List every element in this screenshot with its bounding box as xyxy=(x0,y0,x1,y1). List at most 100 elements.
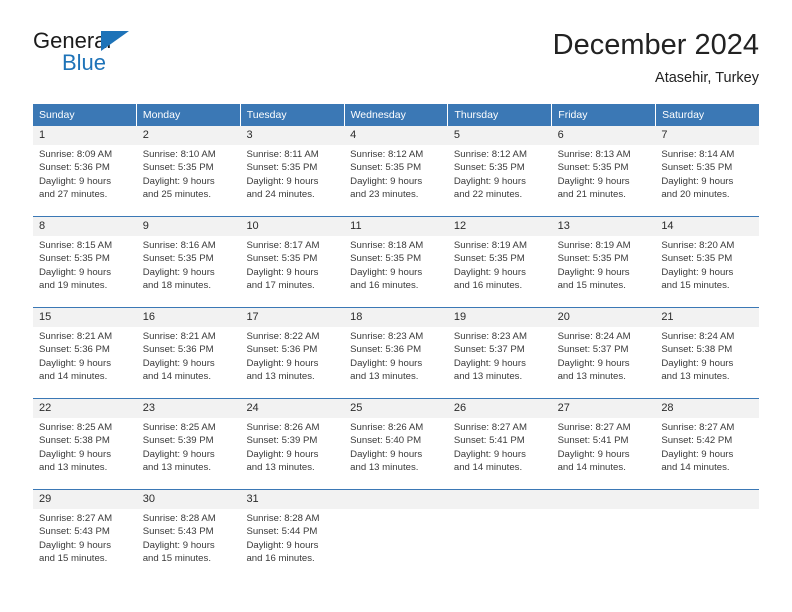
day-number[interactable]: 17 xyxy=(240,308,344,327)
daylight-line1-text: Daylight: 9 hours xyxy=(661,175,734,187)
day-number[interactable]: 24 xyxy=(240,399,344,418)
daylight-line1-text: Daylight: 9 hours xyxy=(142,266,215,278)
day-detail-band: Sunrise: 8:09 AM Sunset: 5:36 PM Daylight:… xyxy=(33,145,759,207)
day-number[interactable]: 23 xyxy=(137,399,241,418)
day-cell[interactable]: Sunrise: 8:09 AM Sunset: 5:36 PM Daylight:… xyxy=(33,145,137,207)
day-number[interactable]: 1 xyxy=(33,126,137,145)
sunset-text: Sunset: 5:37 PM xyxy=(557,344,629,356)
sunset-text: Sunset: 5:39 PM xyxy=(142,435,214,447)
day-number[interactable]: 5 xyxy=(448,126,552,145)
weekday-header-thursday: Thursday xyxy=(448,104,553,126)
daylight-line2-text: and 18 minutes. xyxy=(142,280,211,292)
sunrise-text: Sunrise: 8:17 AM xyxy=(246,240,320,251)
sunrise-text: Sunrise: 8:23 AM xyxy=(350,331,424,342)
day-number[interactable]: 22 xyxy=(33,399,137,418)
sunrise-text: Sunrise: 8:23 AM xyxy=(453,331,527,342)
week-row: 22 23 24 25 26 27 28 Sunrise: 8:25 AM Sunset: 5:… xyxy=(33,398,759,480)
day-cell[interactable]: Sunrise: 8:27 AM Sunset: 5:41 PM Daylight:… xyxy=(448,418,552,480)
day-number[interactable]: 4 xyxy=(344,126,448,145)
daylight-line1-text: Daylight: 9 hours xyxy=(246,266,319,278)
daylight-line1-text: Daylight: 9 hours xyxy=(246,175,319,187)
day-number[interactable]: 20 xyxy=(552,308,656,327)
day-cell[interactable]: Sunrise: 8:19 AM Sunset: 5:35 PM Daylight:… xyxy=(448,236,552,298)
day-cell[interactable]: Sunrise: 8:17 AM Sunset: 5:35 PM Daylight:… xyxy=(240,236,344,298)
logo-secondary-text: Blue xyxy=(62,50,107,75)
day-number[interactable]: 16 xyxy=(137,308,241,327)
day-number[interactable]: 19 xyxy=(448,308,552,327)
day-number[interactable]: 7 xyxy=(655,126,759,145)
day-cell[interactable]: Sunrise: 8:15 AM Sunset: 5:35 PM Daylight:… xyxy=(33,236,137,298)
calendar-weeks: 1 2 3 4 5 6 7 Sunrise: 8:09 AM Sunset: 5:36 PM Da… xyxy=(33,126,759,571)
day-number[interactable]: 30 xyxy=(137,490,241,509)
day-number[interactable]: 8 xyxy=(33,217,137,236)
day-number[interactable]: 27 xyxy=(552,399,656,418)
day-number[interactable]: 31 xyxy=(240,490,344,509)
day-number[interactable]: 9 xyxy=(137,217,241,236)
brand-logo[interactable]: General Blue xyxy=(33,28,253,90)
day-cell[interactable]: Sunrise: 8:27 AM Sunset: 5:43 PM Daylight:… xyxy=(33,509,137,571)
day-cell[interactable]: Sunrise: 8:23 AM Sunset: 5:37 PM Daylight:… xyxy=(448,327,552,389)
sunrise-text: Sunrise: 8:21 AM xyxy=(39,331,113,342)
sunset-text: Sunset: 5:44 PM xyxy=(246,526,318,538)
week-row: 1 2 3 4 5 6 7 Sunrise: 8:09 AM Sunset: 5:36 PM Da… xyxy=(33,126,759,207)
day-number[interactable]: 13 xyxy=(552,217,656,236)
day-cell[interactable]: Sunrise: 8:24 AM Sunset: 5:37 PM Daylight:… xyxy=(552,327,656,389)
sunset-text: Sunset: 5:42 PM xyxy=(661,435,733,447)
day-number[interactable]: 6 xyxy=(552,126,656,145)
day-number[interactable]: 10 xyxy=(240,217,344,236)
day-number[interactable]: 14 xyxy=(655,217,759,236)
day-cell[interactable]: Sunrise: 8:27 AM Sunset: 5:41 PM Daylight:… xyxy=(552,418,656,480)
day-cell[interactable]: Sunrise: 8:18 AM Sunset: 5:35 PM Daylight:… xyxy=(344,236,448,298)
day-number[interactable]: 29 xyxy=(33,490,137,509)
day-cell[interactable]: Sunrise: 8:24 AM Sunset: 5:38 PM Daylight:… xyxy=(655,327,759,389)
day-cell[interactable]: Sunrise: 8:14 AM Sunset: 5:35 PM Daylight:… xyxy=(655,145,759,207)
day-number[interactable]: 15 xyxy=(33,308,137,327)
day-cell[interactable]: Sunrise: 8:19 AM Sunset: 5:35 PM Daylight:… xyxy=(552,236,656,298)
sunrise-text: Sunrise: 8:28 AM xyxy=(246,513,320,524)
sunset-text: Sunset: 5:38 PM xyxy=(661,344,733,356)
daylight-line1-text: Daylight: 9 hours xyxy=(661,448,734,460)
day-number-band: 15 16 17 18 19 20 21 xyxy=(33,308,759,327)
day-number[interactable]: 11 xyxy=(344,217,448,236)
day-cell[interactable]: Sunrise: 8:16 AM Sunset: 5:35 PM Daylight:… xyxy=(137,236,241,298)
daylight-line1-text: Daylight: 9 hours xyxy=(350,266,423,278)
day-cell[interactable]: Sunrise: 8:28 AM Sunset: 5:43 PM Daylight:… xyxy=(137,509,241,571)
daylight-line2-text: and 13 minutes. xyxy=(350,462,419,474)
daylight-line2-text: and 21 minutes. xyxy=(557,189,626,201)
day-number[interactable]: 12 xyxy=(448,217,552,236)
day-cell[interactable]: Sunrise: 8:27 AM Sunset: 5:42 PM Daylight:… xyxy=(655,418,759,480)
day-cell[interactable]: Sunrise: 8:20 AM Sunset: 5:35 PM Daylight:… xyxy=(655,236,759,298)
day-number[interactable]: 25 xyxy=(344,399,448,418)
day-number[interactable]: 18 xyxy=(344,308,448,327)
day-cell[interactable]: Sunrise: 8:25 AM Sunset: 5:39 PM Daylight:… xyxy=(137,418,241,480)
day-cell[interactable]: Sunrise: 8:13 AM Sunset: 5:35 PM Daylight:… xyxy=(552,145,656,207)
day-cell[interactable]: Sunrise: 8:22 AM Sunset: 5:36 PM Daylight:… xyxy=(240,327,344,389)
daylight-line1-text: Daylight: 9 hours xyxy=(557,266,630,278)
sunrise-text: Sunrise: 8:27 AM xyxy=(557,422,631,433)
day-cell[interactable]: Sunrise: 8:26 AM Sunset: 5:40 PM Daylight:… xyxy=(344,418,448,480)
day-number[interactable]: 3 xyxy=(240,126,344,145)
day-cell[interactable]: Sunrise: 8:26 AM Sunset: 5:39 PM Daylight:… xyxy=(240,418,344,480)
daylight-line2-text: and 13 minutes. xyxy=(39,462,108,474)
day-cell[interactable]: Sunrise: 8:21 AM Sunset: 5:36 PM Daylight:… xyxy=(137,327,241,389)
day-number[interactable]: 2 xyxy=(137,126,241,145)
daylight-line2-text: and 20 minutes. xyxy=(661,189,730,201)
title-block: December 2024 Atasehir, Turkey xyxy=(553,28,759,88)
daylight-line1-text: Daylight: 9 hours xyxy=(453,357,526,369)
sunrise-text: Sunrise: 8:27 AM xyxy=(39,513,113,524)
day-cell[interactable]: Sunrise: 8:23 AM Sunset: 5:36 PM Daylight:… xyxy=(344,327,448,389)
sunset-text: Sunset: 5:35 PM xyxy=(557,253,629,265)
day-number[interactable]: 26 xyxy=(448,399,552,418)
day-cell[interactable]: Sunrise: 8:12 AM Sunset: 5:35 PM Daylight:… xyxy=(344,145,448,207)
day-cell[interactable]: Sunrise: 8:10 AM Sunset: 5:35 PM Daylight:… xyxy=(137,145,241,207)
day-cell[interactable]: Sunrise: 8:25 AM Sunset: 5:38 PM Daylight:… xyxy=(33,418,137,480)
day-number[interactable]: 28 xyxy=(655,399,759,418)
daylight-line2-text: and 14 minutes. xyxy=(453,462,523,474)
sunrise-text: Sunrise: 8:18 AM xyxy=(350,240,424,251)
day-cell[interactable]: Sunrise: 8:11 AM Sunset: 5:35 PM Daylight:… xyxy=(240,145,344,207)
day-cell[interactable]: Sunrise: 8:28 AM Sunset: 5:44 PM Daylight:… xyxy=(240,509,344,571)
day-cell[interactable]: Sunrise: 8:21 AM Sunset: 5:36 PM Daylight:… xyxy=(33,327,137,389)
day-detail-band: Sunrise: 8:27 AM Sunset: 5:43 PM Daylight:… xyxy=(33,509,759,571)
day-cell[interactable]: Sunrise: 8:12 AM Sunset: 5:35 PM Daylight:… xyxy=(448,145,552,207)
day-number[interactable]: 21 xyxy=(655,308,759,327)
